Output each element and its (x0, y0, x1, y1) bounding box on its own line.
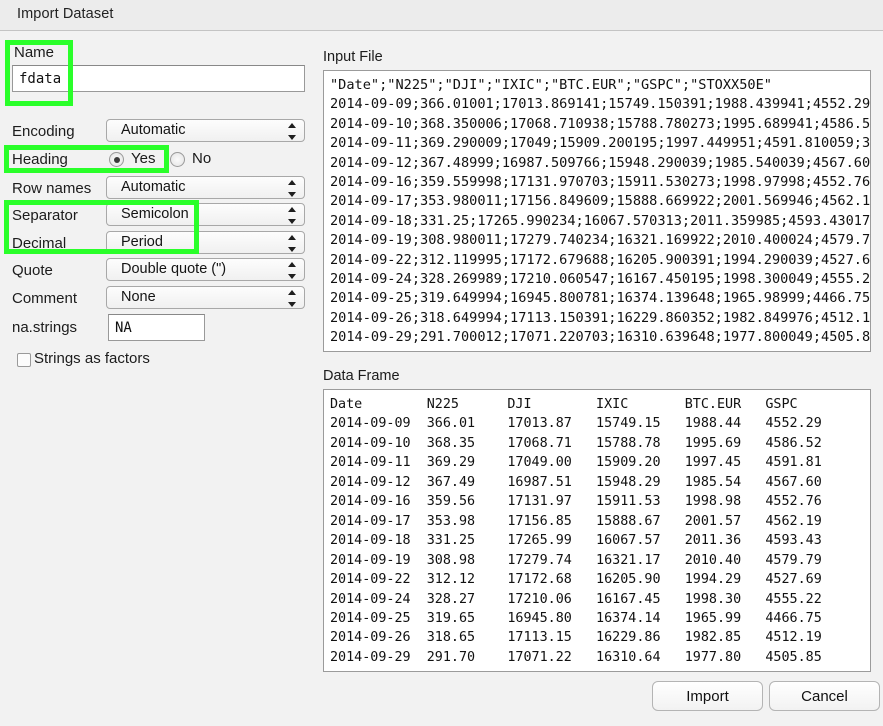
heading-radio-no-label: No (192, 150, 211, 167)
comment-select[interactable]: None (106, 286, 305, 309)
stepper-arrows-icon (288, 290, 297, 307)
input-file-text: "Date";"N225";"DJI";"IXIC";"BTC.EUR";"GS… (324, 71, 870, 348)
input-file-label: Input File (323, 49, 383, 65)
stepper-arrows-icon (288, 123, 297, 140)
stepper-arrows-icon (288, 262, 297, 279)
comment-value: None (121, 289, 156, 305)
separator-label: Separator (12, 207, 78, 224)
separator-value: Semicolon (121, 206, 189, 222)
na-strings-input[interactable]: NA (108, 314, 205, 341)
decimal-value: Period (121, 234, 163, 250)
decimal-label: Decimal (12, 235, 66, 252)
strings-as-factors-checkbox[interactable] (17, 353, 31, 367)
separator-select[interactable]: Semicolon (106, 203, 305, 226)
import-button[interactable]: Import (652, 681, 763, 711)
quote-value: Double quote (") (121, 261, 226, 277)
comment-label: Comment (12, 290, 77, 307)
data-frame-text: Date N225 DJI IXIC BTC.EUR GSPC 2014-09-… (324, 390, 870, 667)
window-title: Import Dataset (17, 6, 114, 22)
data-frame-label: Data Frame (323, 368, 400, 384)
encoding-select[interactable]: Automatic (106, 119, 305, 142)
stepper-arrows-icon (288, 207, 297, 224)
options-pane: Name fdata Encoding Automatic Heading Ye… (0, 31, 318, 726)
strings-as-factors-label: Strings as factors (34, 350, 150, 367)
na-strings-label: na.strings (12, 319, 77, 336)
quote-label: Quote (12, 262, 53, 279)
encoding-value: Automatic (121, 122, 185, 138)
window-titlebar: Import Dataset (0, 0, 883, 31)
preview-pane: Input File "Date";"N225";"DJI";"IXIC";"B… (318, 31, 883, 726)
row-names-select[interactable]: Automatic (106, 176, 305, 199)
stepper-arrows-icon (288, 235, 297, 252)
row-names-value: Automatic (121, 179, 185, 195)
heading-label: Heading (12, 151, 68, 168)
decimal-select[interactable]: Period (106, 231, 305, 254)
encoding-label: Encoding (12, 123, 75, 140)
stepper-arrows-icon (288, 180, 297, 197)
name-input[interactable]: fdata (12, 65, 305, 92)
name-label: Name (14, 44, 54, 61)
heading-radio-yes[interactable] (109, 152, 124, 167)
data-frame-preview[interactable]: Date N225 DJI IXIC BTC.EUR GSPC 2014-09-… (323, 389, 871, 672)
input-file-textarea[interactable]: "Date";"N225";"DJI";"IXIC";"BTC.EUR";"GS… (323, 70, 871, 352)
quote-select[interactable]: Double quote (") (106, 258, 305, 281)
heading-radio-no[interactable] (170, 152, 185, 167)
cancel-button[interactable]: Cancel (769, 681, 880, 711)
heading-radio-yes-label: Yes (131, 150, 155, 167)
row-names-label: Row names (12, 180, 91, 197)
